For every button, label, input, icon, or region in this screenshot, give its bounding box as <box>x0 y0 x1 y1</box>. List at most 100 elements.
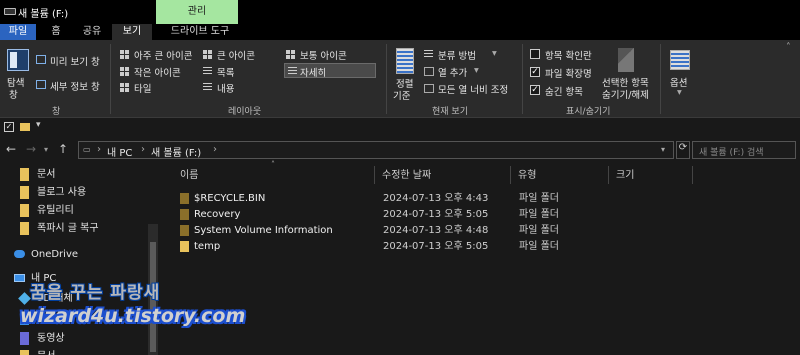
folder-icon <box>20 203 29 217</box>
column-header-name[interactable]: 이름 <box>180 167 198 185</box>
hidden-items-label[interactable]: 숨긴 항목 <box>545 84 583 98</box>
sort-by-button-line2[interactable]: 기준 <box>393 88 410 102</box>
nav-item-documents[interactable]: 문서 <box>20 166 55 184</box>
large-icons-icon <box>203 50 212 59</box>
table-row[interactable]: Recovery 2024-07-13 오후 5:05 파일 폴더 <box>180 206 780 223</box>
tab-file[interactable]: 파일 <box>0 24 36 40</box>
address-dropdown-icon[interactable]: ▾ <box>661 145 665 154</box>
preview-pane-button[interactable]: 미리 보기 창 <box>50 54 100 68</box>
nav-pane-button-line2[interactable]: 창 <box>9 87 18 101</box>
watermark-url: wizard4u.tistory.com <box>20 305 246 327</box>
table-row[interactable]: $RECYCLE.BIN 2024-07-13 오후 4:43 파일 폴더 <box>180 190 780 207</box>
tab-home[interactable]: 홈 <box>44 24 68 40</box>
column-header-modified[interactable]: 수정한 날짜 <box>382 167 431 185</box>
recent-locations-icon[interactable]: ▾ <box>44 145 48 154</box>
breadcrumb-my-pc[interactable]: 내 PC <box>107 144 132 159</box>
customize-toolbar-icon[interactable]: ▾ <box>36 120 41 130</box>
hide-selected-icon[interactable] <box>618 48 634 72</box>
quick-access-toolbar: ✓ ▾ <box>0 118 800 138</box>
item-checkboxes-label[interactable]: 항목 확인란 <box>545 48 592 62</box>
file-name: System Volume Information <box>194 225 333 236</box>
tab-drive-tools[interactable]: 드라이브 도구 <box>160 24 240 40</box>
column-divider[interactable] <box>510 166 511 184</box>
file-extensions-label[interactable]: 파일 확장명 <box>545 66 592 80</box>
layout-list[interactable]: 목록 <box>217 65 234 79</box>
pc-icon <box>14 274 25 282</box>
group-by-button[interactable]: 분류 방법 <box>438 48 476 62</box>
chevron-down-icon[interactable]: ▾ <box>492 48 497 59</box>
nav-pane-icon[interactable] <box>7 49 29 71</box>
size-all-columns-button[interactable]: 모든 열 너비 조정 <box>438 82 508 96</box>
file-type: 파일 폴더 <box>519 193 559 204</box>
folder-icon <box>20 349 29 355</box>
nav-item-videos[interactable]: 동영상 <box>20 330 65 348</box>
cube-icon <box>18 291 31 305</box>
column-divider[interactable] <box>608 166 609 184</box>
nav-item-documents-2[interactable]: 문서 <box>20 348 55 355</box>
nav-item-recovery[interactable]: 폭파시 글 복구 <box>20 220 99 238</box>
column-header-type[interactable]: 유형 <box>518 167 536 185</box>
add-columns-button[interactable]: 열 추가 <box>438 65 467 79</box>
ribbon-separator <box>386 44 387 114</box>
address-bar[interactable]: ▭ › 내 PC › 새 볼륨 (F:) › ▾ <box>78 141 674 159</box>
layout-large-icons[interactable]: 큰 아이콘 <box>217 48 255 62</box>
layout-selected-highlight <box>284 63 376 78</box>
drive-icon <box>4 8 16 15</box>
column-header-size[interactable]: 크기 <box>616 167 634 185</box>
search-input[interactable]: 새 볼륨 (F:) 검색 <box>692 141 796 159</box>
tab-view[interactable]: 보기 <box>112 24 152 40</box>
details-icon <box>288 67 297 76</box>
chevron-down-icon[interactable]: ▾ <box>474 65 479 76</box>
column-divider[interactable] <box>374 166 375 184</box>
breadcrumb-new-volume[interactable]: 새 볼륨 (F:) <box>151 144 201 159</box>
nav-item-utility[interactable]: 유틸리티 <box>20 202 74 220</box>
layout-content[interactable]: 내용 <box>217 81 234 95</box>
layout-tiles[interactable]: 타일 <box>134 81 151 95</box>
forward-arrow-icon[interactable]: → <box>26 142 36 156</box>
file-list: ˄ 이름 수정한 날짜 유형 크기 $RECYCLE.BIN 2024-07-1… <box>164 160 800 355</box>
up-arrow-icon[interactable]: ↑ <box>58 142 68 156</box>
layout-medium-icons[interactable]: 보통 아이콘 <box>300 48 347 62</box>
medium-icons-icon <box>286 50 295 59</box>
layout-group-label: 레이아웃 <box>228 107 262 117</box>
collapse-ribbon-icon[interactable]: ˄ <box>786 42 791 53</box>
small-icons-icon <box>120 67 129 76</box>
watermark-title: 꿈을 꾸는 파랑새 <box>30 283 161 303</box>
nav-item-onedrive[interactable]: OneDrive <box>14 246 78 264</box>
file-type: 파일 폴더 <box>519 209 559 220</box>
tab-share[interactable]: 공유 <box>76 24 108 40</box>
item-checkboxes-checkbox[interactable] <box>530 49 540 59</box>
file-name: temp <box>194 241 221 252</box>
chevron-down-icon[interactable]: ▾ <box>677 87 682 98</box>
ribbon-separator <box>522 44 523 114</box>
options-icon[interactable] <box>670 50 690 70</box>
list-icon <box>203 67 212 76</box>
file-name: Recovery <box>194 209 241 220</box>
layout-extra-large-icons[interactable]: 아주 큰 아이콘 <box>134 48 192 62</box>
table-row[interactable]: temp 2024-07-13 오후 5:05 파일 폴더 <box>180 238 780 255</box>
cloud-icon <box>14 250 25 258</box>
refresh-icon[interactable]: ⟳ <box>676 141 690 159</box>
breadcrumb-separator: › <box>213 144 217 155</box>
folder-icon <box>180 224 189 236</box>
column-divider[interactable] <box>692 166 693 184</box>
drive-small-icon: ▭ <box>83 145 91 154</box>
file-modified: 2024-07-13 오후 4:43 <box>383 193 489 204</box>
properties-icon[interactable]: ✓ <box>4 122 14 132</box>
context-tab-manage[interactable]: 관리 <box>156 0 238 24</box>
group-by-icon <box>424 50 433 59</box>
file-extensions-checkbox[interactable]: ✓ <box>530 67 540 77</box>
content-icon <box>203 83 212 92</box>
hide-selected-button-line2[interactable]: 숨기기/해제 <box>602 87 649 101</box>
layout-details[interactable]: 자세히 <box>300 65 326 79</box>
sort-by-icon[interactable] <box>396 48 414 74</box>
back-arrow-icon[interactable]: ← <box>6 142 16 156</box>
layout-small-icons[interactable]: 작은 아이콘 <box>134 65 181 79</box>
hidden-items-checkbox[interactable]: ✓ <box>530 85 540 95</box>
table-row[interactable]: System Volume Information 2024-07-13 오후 … <box>180 222 780 239</box>
new-folder-icon[interactable] <box>20 123 30 131</box>
details-pane-button[interactable]: 세부 정보 창 <box>50 79 100 93</box>
window-title: 새 볼륨 (F:) <box>18 9 69 20</box>
ribbon-separator <box>660 44 661 114</box>
nav-item-blog[interactable]: 블로그 사용 <box>20 184 86 202</box>
